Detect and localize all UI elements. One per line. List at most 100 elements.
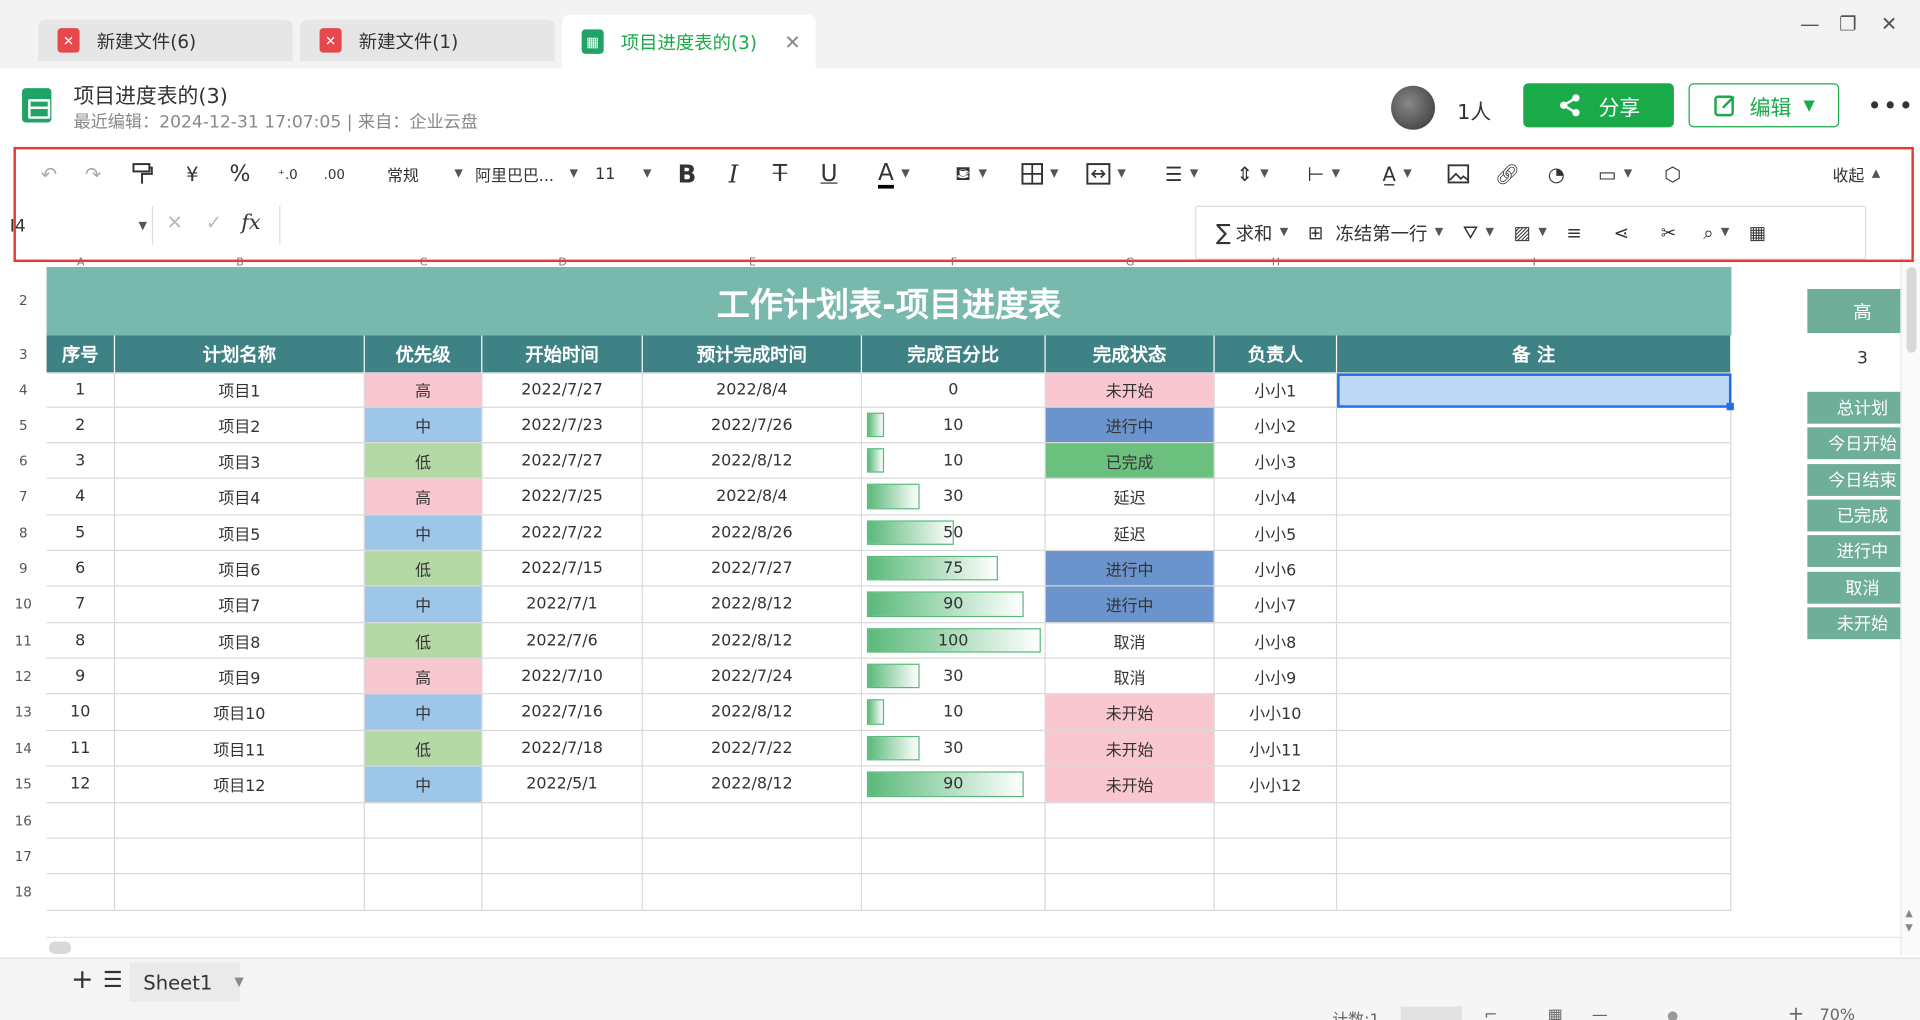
notes-cell[interactable] — [1337, 515, 1732, 552]
side-panel-item[interactable]: 总计划 — [1807, 391, 1901, 424]
empty-cell[interactable] — [1337, 874, 1732, 912]
percent-icon[interactable]: % — [225, 157, 254, 191]
status-badge[interactable]: 未开始 — [1045, 694, 1215, 732]
progress-cell[interactable]: 100 — [862, 623, 1046, 659]
table-cell[interactable]: 项目9 — [115, 658, 365, 695]
filter-button[interactable]: ⛛ ▼ — [1463, 222, 1494, 244]
table-cell[interactable]: 项目2 — [115, 407, 365, 444]
format-painter-icon[interactable] — [127, 157, 156, 191]
empty-cell[interactable] — [364, 838, 483, 875]
horizontal-scrollbar[interactable] — [46, 936, 1901, 957]
font-color-button[interactable]: A ▼ — [864, 157, 923, 191]
table-cell[interactable]: 12 — [46, 766, 116, 804]
empty-cell[interactable] — [642, 803, 863, 839]
row-header[interactable]: 3 — [0, 335, 47, 374]
table-header-cell[interactable]: 序号 — [46, 335, 116, 374]
table-cell[interactable]: 9 — [46, 658, 116, 695]
status-badge[interactable]: 已完成 — [1045, 443, 1215, 479]
row-header[interactable]: 4 — [0, 373, 47, 408]
insert-image-icon[interactable] — [1442, 157, 1474, 191]
progress-cell[interactable]: 75 — [862, 551, 1046, 587]
table-header-cell[interactable]: 负责人 — [1214, 335, 1338, 374]
column-header[interactable]: C — [365, 257, 483, 269]
column-header[interactable]: I — [1337, 257, 1731, 269]
priority-badge[interactable]: 低 — [364, 731, 483, 767]
priority-badge[interactable]: 中 — [364, 515, 483, 552]
column-header[interactable]: B — [115, 257, 365, 269]
empty-cell[interactable] — [1045, 803, 1215, 839]
table-cell[interactable]: 2022/7/25 — [482, 478, 643, 516]
calculator-icon[interactable]: ▦ — [1749, 222, 1766, 244]
table-cell[interactable]: 项目8 — [115, 623, 365, 659]
empty-cell[interactable] — [1337, 838, 1732, 875]
status-badge[interactable]: 取消 — [1045, 623, 1215, 659]
status-badge[interactable]: 未开始 — [1045, 766, 1215, 804]
table-cell[interactable]: 小小8 — [1214, 623, 1338, 659]
empty-cell[interactable] — [115, 803, 365, 839]
confirm-icon[interactable]: ✓ — [206, 211, 222, 234]
table-cell[interactable]: 小小4 — [1214, 478, 1338, 516]
table-cell[interactable]: 小小5 — [1214, 515, 1338, 552]
empty-cell[interactable] — [364, 874, 483, 912]
table-cell[interactable]: 6 — [46, 551, 116, 587]
normal-view-icon[interactable] — [1400, 1006, 1463, 1020]
row-header[interactable]: 16 — [0, 803, 47, 839]
status-badge[interactable]: 延迟 — [1045, 478, 1215, 516]
more-icon[interactable]: ••• — [1867, 91, 1914, 120]
decrease-decimal-icon[interactable]: .00 — [318, 157, 350, 191]
horizontal-align-button[interactable]: ☰ ▼ — [1153, 157, 1209, 191]
table-cell[interactable]: 2 — [46, 407, 116, 444]
table-cell[interactable]: 2022/8/4 — [642, 373, 863, 408]
table-cell[interactable]: 5 — [46, 515, 116, 552]
table-header-cell[interactable]: 优先级 — [364, 335, 483, 374]
italic-icon[interactable]: I — [718, 157, 750, 191]
table-cell[interactable]: 项目7 — [115, 586, 365, 624]
table-cell[interactable]: 项目10 — [115, 694, 365, 732]
split-icon[interactable]: ⋖ — [1614, 222, 1629, 244]
table-cell[interactable]: 2022/8/12 — [642, 766, 863, 804]
empty-cell[interactable] — [642, 838, 863, 875]
table-cell[interactable]: 2022/8/12 — [642, 443, 863, 479]
notes-cell[interactable] — [1337, 586, 1732, 624]
row-header[interactable]: 17 — [0, 838, 47, 875]
table-cell[interactable]: 2022/8/12 — [642, 623, 863, 659]
notes-cell[interactable] — [1337, 731, 1732, 767]
empty-cell[interactable] — [1045, 838, 1215, 875]
zoom-slider[interactable] — [1667, 1011, 1678, 1020]
table-cell[interactable]: 2022/7/22 — [642, 731, 863, 767]
row-header[interactable]: 7 — [0, 478, 47, 516]
tab-file-6[interactable]: ✕ 新建文件(6) — [37, 19, 293, 62]
empty-cell[interactable] — [1214, 838, 1338, 875]
table-header-cell[interactable]: 完成百分比 — [862, 335, 1046, 374]
chevron-down-icon[interactable]: ▼ — [1804, 97, 1815, 114]
scroll-down-icon[interactable]: ▼ — [1905, 922, 1913, 933]
table-cell[interactable]: 2022/7/6 — [482, 623, 643, 659]
side-panel-item[interactable]: 取消 — [1807, 571, 1901, 604]
share-button[interactable]: 分享 — [1523, 83, 1674, 128]
row-header[interactable]: 6 — [0, 443, 47, 479]
table-cell[interactable]: 小小2 — [1214, 407, 1338, 444]
plugin-icon[interactable]: ⬡ — [1658, 157, 1687, 191]
table-cell[interactable]: 2022/7/27 — [482, 443, 643, 479]
currency-icon[interactable]: ¥ — [179, 157, 206, 191]
table-cell[interactable]: 小小11 — [1214, 731, 1338, 767]
tab-progress-sheet[interactable]: ▦ 项目进度表的(3) ✕ — [562, 14, 816, 69]
table-cell[interactable]: 2022/7/23 — [482, 407, 643, 444]
side-panel-item[interactable]: 未开始 — [1807, 607, 1901, 639]
sum-button[interactable]: ∑ 求和 ▼ — [1216, 220, 1288, 246]
column-header[interactable]: F — [862, 257, 1046, 269]
column-header[interactable]: E — [643, 257, 862, 269]
table-cell[interactable]: 项目6 — [115, 551, 365, 587]
priority-badge[interactable]: 高 — [364, 658, 483, 695]
redo-icon[interactable]: ↷ — [78, 157, 107, 191]
table-cell[interactable]: 项目12 — [115, 766, 365, 804]
row-header[interactable]: 9 — [0, 551, 47, 587]
row-header[interactable]: 14 — [0, 731, 47, 767]
table-cell[interactable]: 小小10 — [1214, 694, 1338, 732]
chevron-down-icon[interactable]: ▼ — [234, 975, 243, 988]
priority-badge[interactable]: 中 — [364, 586, 483, 624]
close-window-icon[interactable]: ✕ — [1881, 12, 1897, 35]
table-cell[interactable]: 2022/8/12 — [642, 586, 863, 624]
table-cell[interactable]: 小小9 — [1214, 658, 1338, 695]
page-layout-view-icon[interactable]: ▦ — [1548, 1007, 1563, 1020]
